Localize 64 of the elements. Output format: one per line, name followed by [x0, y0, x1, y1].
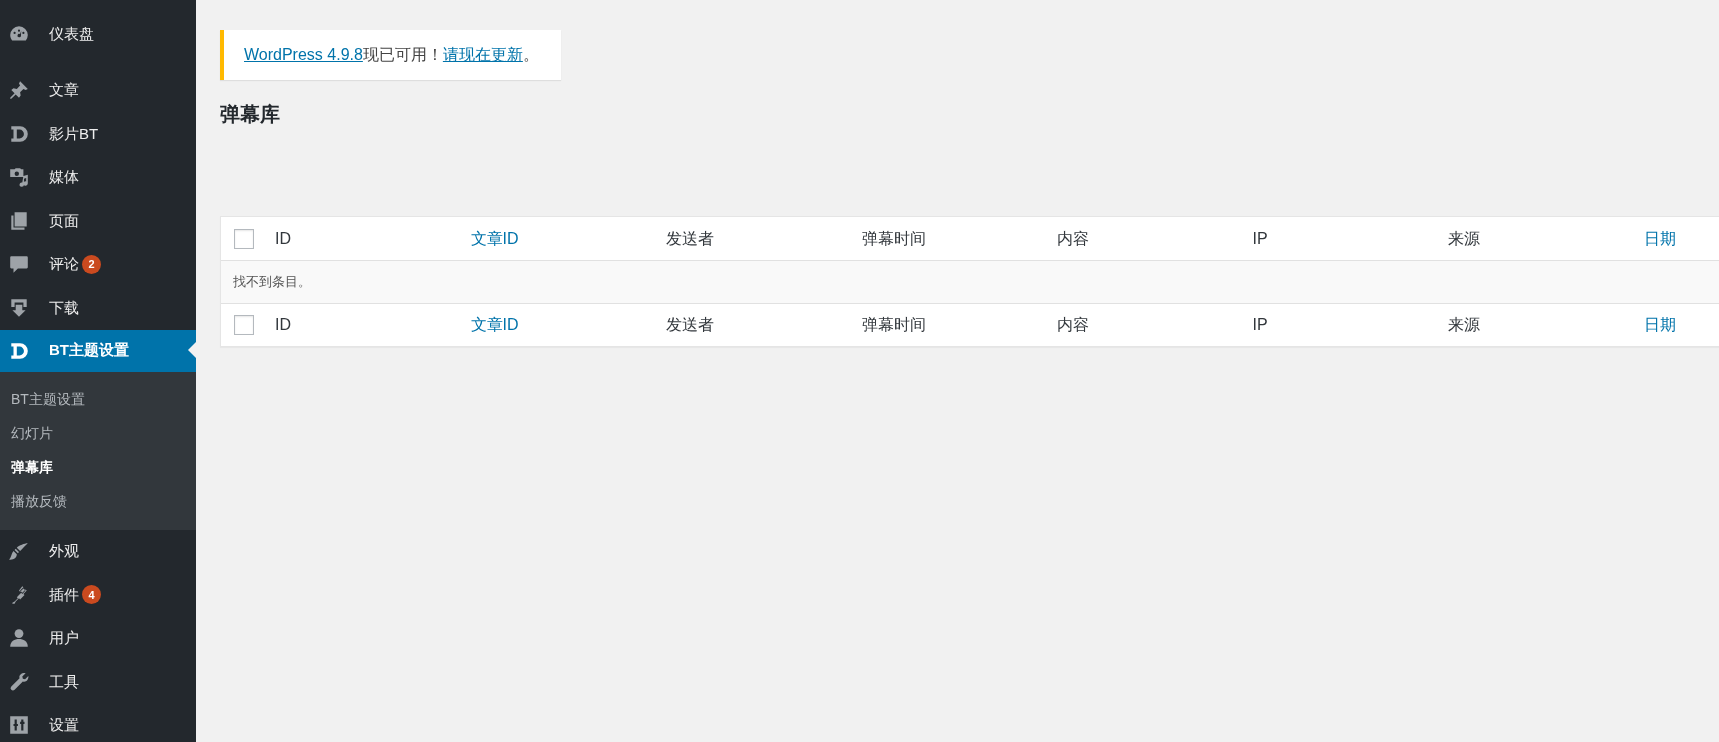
menu-label: 设置 [49, 715, 79, 735]
sidebar-item[interactable]: 文章 [0, 68, 196, 112]
page-title: 弹幕库 [220, 102, 281, 126]
count-badge: 2 [82, 254, 101, 274]
column-header: 内容 [1057, 228, 1090, 249]
column-header: 来源 [1448, 228, 1481, 249]
sidebar-item[interactable]: 影片BT [0, 112, 196, 156]
settings-icon [8, 714, 30, 737]
column-header: 发送者 [666, 315, 715, 335]
column-header: 来源 [1448, 315, 1481, 335]
user-icon [8, 627, 30, 650]
menu-label: 影片BT [49, 123, 99, 144]
column-header: 发送者 [666, 228, 715, 249]
media-icon [8, 166, 30, 189]
select-all-checkbox[interactable] [234, 228, 254, 249]
wrench-icon [8, 670, 30, 693]
count-badge: 4 [82, 585, 101, 605]
update-link[interactable]: 请现在更新 [442, 46, 523, 63]
version-link[interactable]: WordPress 4.9.8 [244, 46, 363, 63]
column-header: ID [275, 228, 292, 249]
empty-message: 找不到条目。 [233, 273, 311, 292]
menu-label: BT主题设置 [49, 340, 129, 361]
menu-label: 文章 [49, 80, 79, 100]
menu-label: 外观 [49, 541, 79, 561]
menu-label: 媒体 [49, 167, 79, 187]
submenu-item[interactable]: 幻灯片 [0, 415, 196, 450]
sidebar-item[interactable]: 媒体 [0, 155, 196, 199]
column-header[interactable]: 文章ID [470, 226, 666, 251]
column-header[interactable]: 日期 [1643, 226, 1719, 251]
sidebar-item[interactable]: 工具 [0, 660, 196, 704]
menu-label: 下载 [49, 297, 79, 318]
sidebar-item[interactable]: 页面 [0, 199, 196, 243]
menu-label: 页面 [49, 210, 79, 231]
column-header[interactable]: 日期 [1643, 313, 1719, 337]
download-icon [8, 296, 30, 319]
pages-icon [8, 209, 30, 232]
sidebar-item[interactable]: 设置 [0, 703, 196, 742]
select-all-checkbox[interactable] [234, 315, 254, 335]
column-header: 弹幕时间 [861, 228, 927, 249]
menu-label: 用户 [49, 628, 79, 648]
notice-text: 现已可用！ [362, 46, 443, 63]
menu-label: 插件 [49, 584, 79, 605]
sidebar-item[interactable]: 仪表盘 [0, 12, 196, 56]
sidebar-item[interactable]: 外观 [0, 529, 196, 573]
pushpin-icon [8, 79, 30, 102]
sidebar-item[interactable]: 插件 4 [0, 573, 196, 617]
menu-label: 仪表盘 [49, 23, 94, 44]
submenu-item[interactable]: 弹幕库 [0, 449, 196, 484]
paintbrush-icon [8, 540, 30, 563]
sidebar-item[interactable]: 评论 2 [0, 242, 196, 286]
column-header: IP [1252, 228, 1269, 249]
sidebar-item[interactable]: BT主题设置 [0, 329, 196, 372]
column-header[interactable]: 文章ID [470, 313, 666, 337]
submenu-item[interactable]: 播放反馈 [0, 483, 196, 518]
notice-text: 。 [522, 46, 539, 63]
column-header: 弹幕时间 [861, 315, 927, 335]
sidebar-item[interactable]: 用户 [0, 616, 196, 660]
menu-label: 评论 [49, 254, 79, 274]
sidebar-item[interactable]: 下载 [0, 286, 196, 330]
submenu-item[interactable]: BT主题设置 [0, 381, 196, 416]
column-header: IP [1252, 315, 1269, 335]
column-header: ID [275, 315, 292, 335]
column-header: 内容 [1057, 315, 1090, 335]
menu-label: 工具 [49, 671, 79, 692]
